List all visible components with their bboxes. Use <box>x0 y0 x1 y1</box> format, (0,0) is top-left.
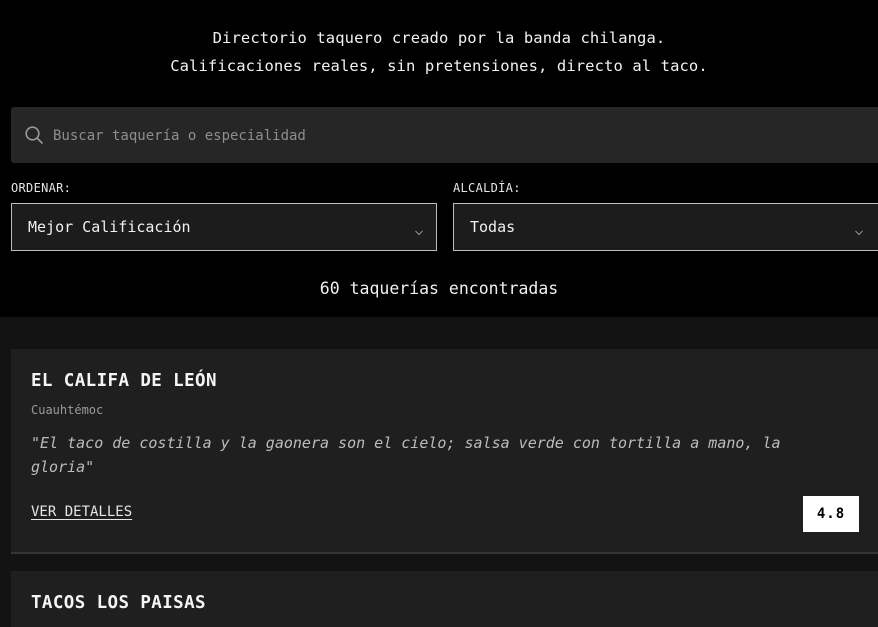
search-input[interactable] <box>51 107 855 165</box>
chevron-down-icon <box>854 223 864 236</box>
chevron-down-icon <box>414 223 424 236</box>
borough-label: ALCALDÍA: <box>453 181 521 195</box>
taqueria-card: EL CALIFA DE LEÓN Cuauhtémoc "El taco de… <box>11 349 878 554</box>
page: Directorio taquero creado por la banda c… <box>0 0 878 627</box>
results-count: 60 taquerías encontradas <box>319 279 559 298</box>
taqueria-borough: Cuauhtémoc <box>31 403 104 417</box>
tagline-line-2: Calificaciones reales, sin pretensiones,… <box>170 57 708 75</box>
search-bar[interactable] <box>11 107 878 165</box>
borough-select-value: Todas <box>470 218 516 236</box>
taqueria-card: TACOS LOS PAISAS <box>11 571 878 627</box>
sort-select-value: Mejor Calificación <box>28 218 191 236</box>
sort-label: ORDENAR: <box>11 181 72 195</box>
header: Directorio taquero creado por la banda c… <box>0 0 878 317</box>
taqueria-name: TACOS LOS PAISAS <box>31 593 206 613</box>
borough-select[interactable]: Todas <box>453 203 878 251</box>
view-details-link[interactable]: VER DETALLES <box>31 504 132 520</box>
search-icon <box>24 125 44 145</box>
rating-badge: 4.8 <box>803 496 859 532</box>
sort-select[interactable]: Mejor Calificación <box>11 203 437 251</box>
taqueria-quote: "El taco de costilla y la gaonera son el… <box>31 434 781 476</box>
taqueria-name: EL CALIFA DE LEÓN <box>31 371 217 391</box>
tagline-line-1: Directorio taquero creado por la banda c… <box>212 29 666 47</box>
